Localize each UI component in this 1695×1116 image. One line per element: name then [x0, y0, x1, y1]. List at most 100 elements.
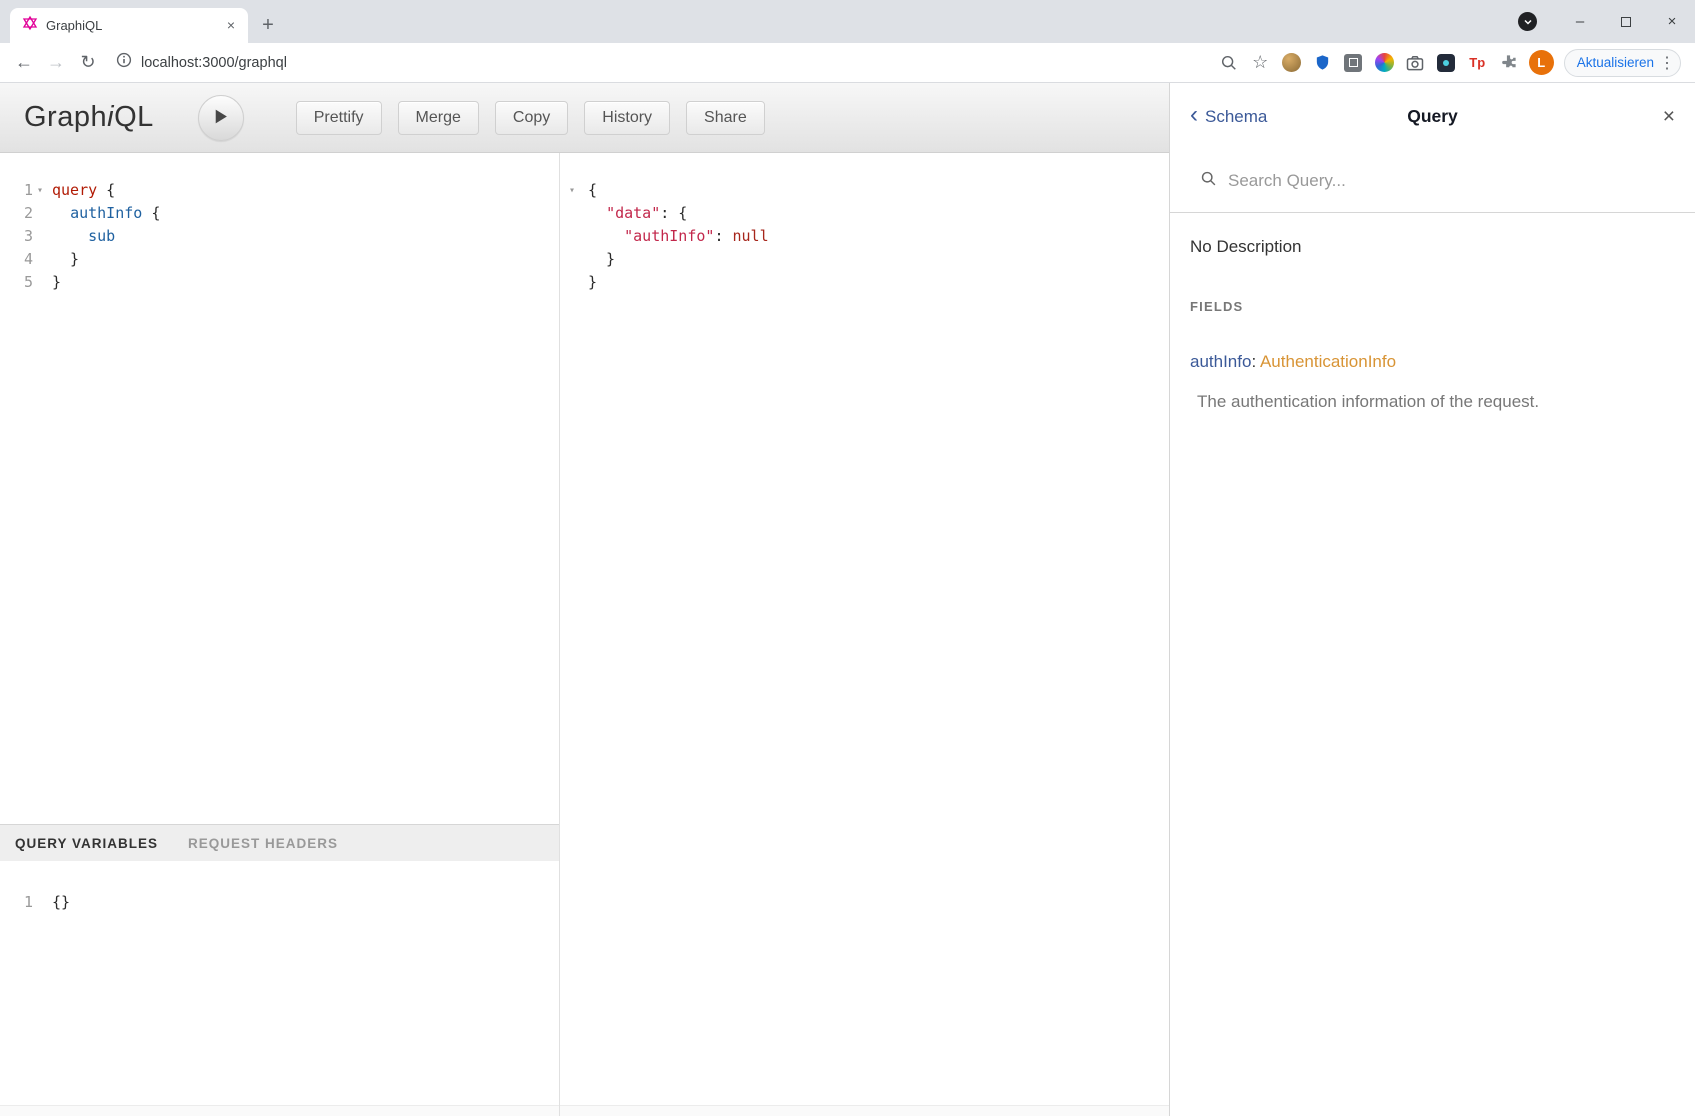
variables-header: QUERY VARIABLES REQUEST HEADERS: [0, 824, 559, 861]
extension-gray-square-icon[interactable]: [1343, 52, 1364, 73]
result-viewer: ▾ { "data": { "authInfo": null }}: [560, 153, 1169, 1116]
line-number: 5: [0, 271, 52, 294]
field-colon: :: [1251, 352, 1260, 371]
type-authenticationinfo-link[interactable]: AuthenticationInfo: [1260, 352, 1396, 371]
execute-button[interactable]: [198, 95, 244, 141]
browser-tab[interactable]: GraphiQL ×: [10, 8, 248, 43]
tab-strip: GraphiQL × + – ×: [0, 0, 1695, 43]
line-number: 1: [0, 891, 52, 914]
line-number: 2: [0, 202, 52, 225]
browser-toolbar: ← → ↻ localhost:3000/graphql ☆ Tp: [0, 43, 1695, 83]
doc-description: No Description: [1190, 237, 1675, 257]
fold-arrow-icon[interactable]: ▾: [33, 179, 47, 202]
code-line: "authInfo": null: [588, 225, 1169, 248]
fold-arrow-icon: [33, 225, 47, 248]
maximize-icon: [1621, 17, 1631, 27]
fold-arrow-icon: [33, 202, 47, 225]
url-text: localhost:3000/graphql: [141, 55, 287, 71]
graphiql-toolbar: Prettify Merge Copy History Share: [296, 101, 765, 135]
result-code: { "data": { "authInfo": null }}: [588, 179, 1169, 294]
doc-explorer-header: ‹ Schema Query ×: [1170, 83, 1695, 150]
close-button[interactable]: ×: [1649, 0, 1695, 43]
menu-kebab-icon[interactable]: ⋮: [1659, 53, 1675, 73]
doc-search-input[interactable]: [1228, 171, 1677, 191]
history-button[interactable]: History: [584, 101, 670, 135]
variables-code: {}: [52, 891, 559, 1116]
fold-arrow-icon: [33, 271, 47, 294]
extension-color-wheel-icon[interactable]: [1374, 52, 1395, 73]
share-button[interactable]: Share: [686, 101, 765, 135]
maximize-button[interactable]: [1603, 0, 1649, 43]
extension-tp-icon[interactable]: Tp: [1467, 52, 1488, 73]
zoom-icon[interactable]: [1219, 52, 1240, 73]
update-button-label: Aktualisieren: [1577, 55, 1654, 70]
doc-close-icon[interactable]: ×: [1663, 105, 1675, 129]
play-icon: [212, 108, 229, 128]
info-icon[interactable]: [116, 52, 132, 73]
doc-back-button[interactable]: ‹ Schema: [1190, 106, 1267, 127]
variables-gutter: 1: [0, 891, 52, 1116]
fold-arrow-icon[interactable]: ▾: [569, 179, 575, 202]
toolbar-actions: ☆ Tp L Aktualisieren ⋮: [1219, 49, 1685, 77]
profile-avatar[interactable]: L: [1529, 50, 1554, 75]
back-icon[interactable]: ←: [10, 49, 38, 77]
field-description: The authentication information of the re…: [1190, 392, 1675, 412]
editor-gutter: 1▾2345: [0, 179, 52, 824]
chevron-left-icon: ‹: [1190, 103, 1198, 127]
search-icon: [1200, 170, 1217, 192]
code-line: sub: [52, 225, 559, 248]
graphiql-main: GraphiQL Prettify Merge Copy History Sha…: [0, 83, 1170, 1116]
code-line: }: [52, 271, 559, 294]
code-line: }: [52, 248, 559, 271]
code-line: }: [588, 248, 1169, 271]
minimize-button[interactable]: –: [1557, 0, 1603, 43]
forward-icon[interactable]: →: [42, 49, 70, 77]
doc-explorer: ‹ Schema Query × No Description FIELDS a…: [1170, 83, 1695, 1116]
field-authinfo-link[interactable]: authInfo: [1190, 352, 1251, 371]
horizontal-scrollbar[interactable]: [0, 1105, 559, 1116]
query-section: 1▾2345 query { authInfo { sub }} QUERY V…: [0, 153, 560, 1116]
window-controls: – ×: [1518, 0, 1695, 43]
code-line: "data": {: [588, 202, 1169, 225]
tab-title: GraphiQL: [46, 18, 214, 33]
doc-search: [1170, 150, 1695, 213]
horizontal-scrollbar[interactable]: [560, 1105, 1169, 1116]
field-row: authInfo: AuthenticationInfo: [1190, 352, 1675, 372]
line-number: 3: [0, 225, 52, 248]
doc-back-label: Schema: [1205, 107, 1267, 127]
extension-lion-icon[interactable]: [1281, 52, 1302, 73]
variables-editor[interactable]: 1 {}: [0, 861, 559, 1116]
extension-shield-icon[interactable]: [1312, 52, 1333, 73]
browser-status-icon[interactable]: [1518, 12, 1537, 31]
copy-button[interactable]: Copy: [495, 101, 568, 135]
tab-request-headers[interactable]: REQUEST HEADERS: [188, 836, 338, 851]
graphiql-app: GraphiQL Prettify Merge Copy History Sha…: [0, 83, 1695, 1116]
bookmark-star-icon[interactable]: ☆: [1250, 52, 1271, 73]
reload-icon[interactable]: ↻: [74, 49, 102, 77]
browser-window: GraphiQL × + – × ← → ↻ localhost:3000/gr…: [0, 0, 1695, 1116]
line-number: 1▾: [0, 179, 52, 202]
new-tab-button[interactable]: +: [254, 11, 282, 39]
update-button[interactable]: Aktualisieren ⋮: [1564, 49, 1681, 77]
prettify-button[interactable]: Prettify: [296, 101, 382, 135]
tab-query-variables[interactable]: QUERY VARIABLES: [15, 836, 158, 851]
code-line: query {: [52, 179, 559, 202]
editors-area: 1▾2345 query { authInfo { sub }} QUERY V…: [0, 153, 1169, 1116]
query-code: query { authInfo { sub }}: [52, 179, 559, 824]
doc-content: No Description FIELDS authInfo: Authenti…: [1170, 213, 1695, 436]
extension-camera-icon[interactable]: [1405, 52, 1426, 73]
fields-section-header: FIELDS: [1190, 299, 1675, 314]
code-line: {: [588, 179, 1169, 202]
extension-puzzle-icon[interactable]: [1498, 52, 1519, 73]
code-line: }: [588, 271, 1169, 294]
extension-dark-square-icon[interactable]: [1436, 52, 1457, 73]
fold-arrow-icon: [33, 248, 47, 271]
graphql-favicon-icon: [22, 15, 38, 36]
address-bar[interactable]: localhost:3000/graphql: [106, 52, 1215, 73]
merge-button[interactable]: Merge: [398, 101, 479, 135]
graphiql-topbar: GraphiQL Prettify Merge Copy History Sha…: [0, 83, 1169, 153]
query-editor[interactable]: 1▾2345 query { authInfo { sub }}: [0, 153, 559, 824]
fold-arrow-icon: [33, 891, 47, 914]
code-line: {}: [52, 891, 559, 914]
tab-close-icon[interactable]: ×: [222, 17, 240, 35]
